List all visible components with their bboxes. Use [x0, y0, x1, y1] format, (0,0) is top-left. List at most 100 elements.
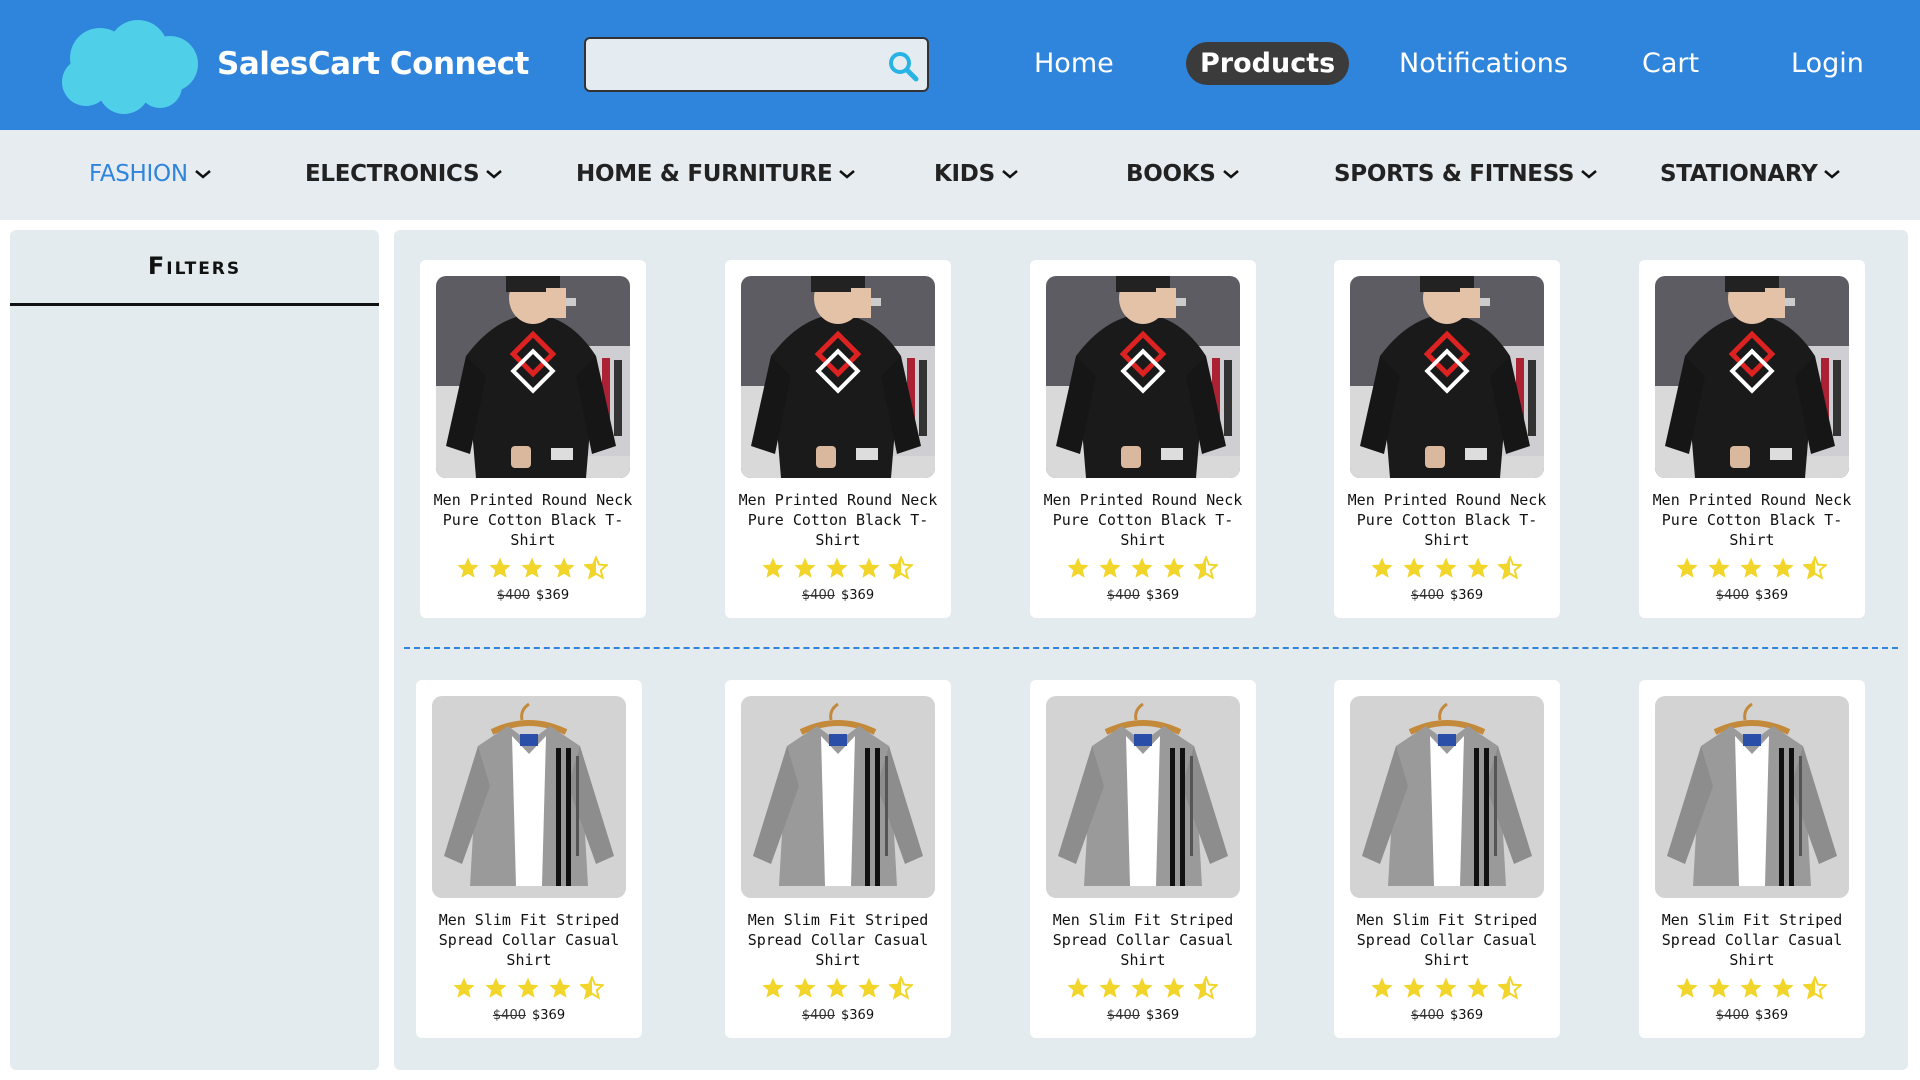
product-image[interactable]: [741, 696, 935, 898]
category-books[interactable]: BOOKS: [1126, 161, 1240, 187]
star-icon: [889, 976, 913, 1000]
category-label: ELECTRONICS: [305, 161, 480, 187]
star-icon: [548, 976, 572, 1000]
nav-login[interactable]: Login: [1791, 48, 1864, 79]
star-icon: [1466, 556, 1490, 580]
nav-home[interactable]: Home: [1034, 48, 1114, 79]
rating-stars: [456, 556, 616, 582]
old-price: $400: [801, 1008, 835, 1023]
product-title[interactable]: Men Printed Round Neck Pure Cotton Black…: [1034, 490, 1252, 550]
category-sports-fitness[interactable]: SPORTS & FITNESS: [1334, 161, 1598, 187]
top-header: SalesCart Connect Home Products Notifica…: [0, 0, 1920, 130]
nav-products[interactable]: Products: [1186, 42, 1350, 85]
current-price: $369: [1755, 588, 1789, 603]
product-card[interactable]: Men Slim Fit Striped Spread Collar Casua…: [1334, 680, 1560, 1038]
chevron-down-icon: [1581, 170, 1598, 179]
star-icon: [825, 556, 849, 580]
product-title[interactable]: Men Slim Fit Striped Spread Collar Casua…: [420, 910, 638, 970]
category-home-furniture[interactable]: HOME & FURNITURE: [576, 161, 856, 187]
product-price: $400 $369: [1334, 1008, 1560, 1023]
star-icon: [452, 976, 476, 1000]
product-image[interactable]: [1350, 696, 1544, 898]
star-icon: [552, 556, 576, 580]
chevron-down-icon: [486, 170, 503, 179]
product-image[interactable]: [1046, 696, 1240, 898]
star-icon: [1498, 556, 1522, 580]
star-icon: [1707, 556, 1731, 580]
category-kids[interactable]: KIDS: [934, 161, 1019, 187]
current-price: $369: [1450, 588, 1484, 603]
product-image[interactable]: [432, 696, 626, 898]
product-card[interactable]: Men Printed Round Neck Pure Cotton Black…: [1639, 260, 1865, 618]
product-title[interactable]: Men Printed Round Neck Pure Cotton Black…: [1643, 490, 1861, 550]
category-label: STATIONARY: [1660, 161, 1818, 187]
product-image[interactable]: [436, 276, 630, 478]
category-electronics[interactable]: ELECTRONICS: [305, 161, 503, 187]
old-price: $400: [1715, 1008, 1749, 1023]
old-price: $400: [1410, 588, 1444, 603]
star-icon: [1194, 976, 1218, 1000]
product-image[interactable]: [1655, 696, 1849, 898]
category-fashion[interactable]: FASHION: [89, 161, 212, 187]
product-card[interactable]: Men Slim Fit Striped Spread Collar Casua…: [1639, 680, 1865, 1038]
product-card[interactable]: Men Slim Fit Striped Spread Collar Casua…: [416, 680, 642, 1038]
star-icon: [1739, 556, 1763, 580]
category-stationary[interactable]: STATIONARY: [1660, 161, 1841, 187]
old-price: $400: [1106, 1008, 1140, 1023]
product-title[interactable]: Men Slim Fit Striped Spread Collar Casua…: [729, 910, 947, 970]
product-price: $400 $369: [1030, 588, 1256, 603]
product-image[interactable]: [1350, 276, 1544, 478]
rating-stars: [761, 976, 921, 1002]
product-card[interactable]: Men Printed Round Neck Pure Cotton Black…: [1030, 260, 1256, 618]
product-title[interactable]: Men Printed Round Neck Pure Cotton Black…: [1338, 490, 1556, 550]
product-title[interactable]: Men Slim Fit Striped Spread Collar Casua…: [1338, 910, 1556, 970]
product-image[interactable]: [1046, 276, 1240, 478]
product-card[interactable]: Men Printed Round Neck Pure Cotton Black…: [725, 260, 951, 618]
star-icon: [520, 556, 544, 580]
product-price: $400 $369: [1030, 1008, 1256, 1023]
product-card[interactable]: Men Printed Round Neck Pure Cotton Black…: [1334, 260, 1560, 618]
product-title[interactable]: Men Slim Fit Striped Spread Collar Casua…: [1034, 910, 1252, 970]
product-image[interactable]: [1655, 276, 1849, 478]
star-icon: [1370, 976, 1394, 1000]
cloud-logo-icon[interactable]: [58, 18, 202, 114]
nav-cart[interactable]: Cart: [1642, 48, 1699, 79]
products-grid: Men Printed Round Neck Pure Cotton Black…: [394, 230, 1908, 1070]
product-title[interactable]: Men Printed Round Neck Pure Cotton Black…: [729, 490, 947, 550]
current-price: $369: [532, 1008, 566, 1023]
chevron-down-icon: [1002, 170, 1018, 179]
star-icon: [793, 556, 817, 580]
star-icon: [484, 976, 508, 1000]
filters-panel: Filters: [10, 230, 379, 1070]
search-input[interactable]: [596, 47, 876, 83]
chevron-down-icon: [194, 170, 211, 179]
brand-name[interactable]: SalesCart Connect: [217, 46, 529, 82]
star-icon: [857, 556, 881, 580]
star-icon: [1771, 556, 1795, 580]
product-card[interactable]: Men Slim Fit Striped Spread Collar Casua…: [1030, 680, 1256, 1038]
product-card[interactable]: Men Printed Round Neck Pure Cotton Black…: [420, 260, 646, 618]
star-icon: [1803, 976, 1827, 1000]
rating-stars: [1066, 556, 1226, 582]
star-icon: [1675, 976, 1699, 1000]
old-price: $400: [801, 588, 835, 603]
star-icon: [1434, 976, 1458, 1000]
product-card[interactable]: Men Slim Fit Striped Spread Collar Casua…: [725, 680, 951, 1038]
category-label: FASHION: [89, 161, 188, 187]
current-price: $369: [841, 588, 875, 603]
product-title[interactable]: Men Printed Round Neck Pure Cotton Black…: [424, 490, 642, 550]
star-icon: [1370, 556, 1394, 580]
current-price: $369: [1146, 588, 1180, 603]
search-box[interactable]: [584, 37, 929, 92]
star-icon: [1402, 976, 1426, 1000]
star-icon: [1707, 976, 1731, 1000]
product-image[interactable]: [741, 276, 935, 478]
star-icon: [1130, 976, 1154, 1000]
search-icon[interactable]: [887, 50, 919, 82]
rating-stars: [1370, 976, 1530, 1002]
star-icon: [1803, 556, 1827, 580]
star-icon: [793, 976, 817, 1000]
product-title[interactable]: Men Slim Fit Striped Spread Collar Casua…: [1643, 910, 1861, 970]
category-label: SPORTS & FITNESS: [1334, 161, 1575, 187]
nav-notifications[interactable]: Notifications: [1399, 48, 1568, 79]
